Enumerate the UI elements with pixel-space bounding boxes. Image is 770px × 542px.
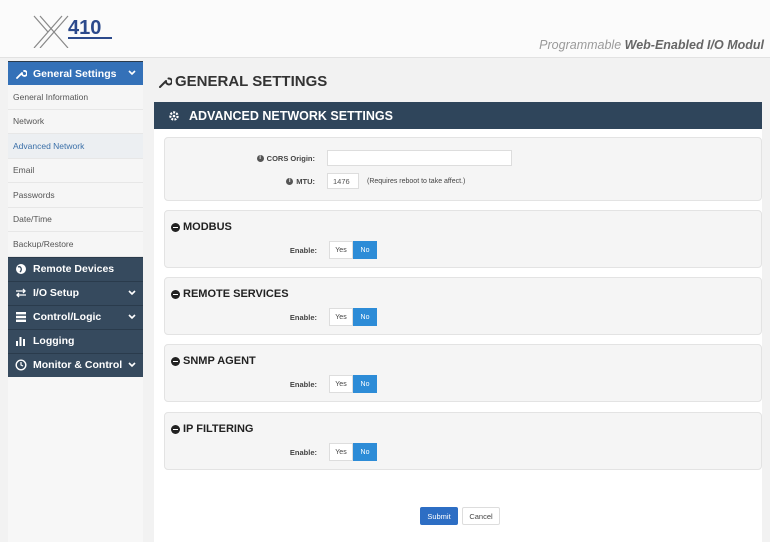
enable-label: Enable: (289, 447, 317, 457)
toggle-yes-button[interactable]: Yes (329, 308, 353, 326)
cancel-button[interactable]: Cancel (462, 507, 500, 525)
sidebar-item-network[interactable]: Network (8, 109, 143, 134)
globe-icon (14, 262, 28, 276)
toggle-yes-button[interactable]: Yes (329, 241, 353, 259)
sidebar-item-passwords[interactable]: Passwords (8, 183, 143, 208)
header: 410 Programmable Web-Enabled I/O Modul (0, 0, 770, 58)
clock-icon (14, 358, 28, 372)
mtu-hint: (Requires reboot to take affect.) (367, 177, 466, 185)
chevron-down-icon (128, 70, 136, 76)
toggle-yes-button[interactable]: Yes (329, 375, 353, 393)
toggle-no-button[interactable]: No (353, 375, 377, 393)
toggle-no-button[interactable]: No (353, 308, 377, 326)
chevron-down-icon (128, 361, 136, 367)
submit-button[interactable]: Submit (420, 507, 458, 525)
section-header: ADVANCED NETWORK SETTINGS (154, 102, 762, 129)
remote-services-panel: REMOTE SERVICES Enable: Yes No (164, 277, 762, 335)
minus-circle-icon[interactable] (171, 424, 180, 434)
panel-title: IP FILTERING (171, 423, 254, 435)
toggle-yes-button[interactable]: Yes (329, 443, 353, 461)
nav-remote-devices[interactable]: Remote Devices (8, 256, 143, 281)
toggle-no-button[interactable]: No (353, 443, 377, 461)
product-tagline: Programmable Web-Enabled I/O Modul (539, 38, 764, 52)
chevron-down-icon (128, 289, 136, 295)
sidebar-item-advanced-network[interactable]: Advanced Network (8, 134, 143, 159)
sidebar-item-date-time[interactable]: Date/Time (8, 207, 143, 232)
info-icon[interactable]: i (256, 155, 264, 163)
svg-text:410: 410 (68, 17, 101, 39)
list-icon (14, 310, 28, 324)
mtu-label: i MTU: (235, 177, 315, 186)
snmp-agent-panel: SNMP AGENT Enable: Yes No (164, 344, 762, 402)
panel-title: SNMP AGENT (171, 355, 256, 367)
sidebar-item-backup-restore[interactable]: Backup/Restore (8, 232, 143, 257)
network-panel: iCORS Origin: iMTU: (Requires reboot to … (164, 137, 762, 201)
enable-label: Enable: (289, 312, 317, 322)
nav-logging[interactable]: Logging (8, 328, 143, 353)
nav-monitor-control[interactable]: Monitor & Control (8, 352, 143, 377)
x410-logo[interactable]: 410 (30, 8, 114, 48)
bar-chart-icon (14, 334, 28, 348)
nav-io-setup[interactable]: I/O Setup (8, 280, 143, 305)
gear-icon (169, 110, 179, 121)
panel-title: REMOTE SERVICES (171, 288, 289, 300)
ip-filtering-panel: IP FILTERING Enable: Yes No (164, 412, 762, 470)
cors-origin-input[interactable] (327, 150, 512, 166)
settings-form: iCORS Origin: iMTU: (Requires reboot to … (154, 129, 762, 542)
remote-services-enable-toggle[interactable]: Yes No (329, 308, 377, 326)
ip-filtering-enable-toggle[interactable]: Yes No (329, 443, 377, 461)
enable-label: Enable: (289, 379, 317, 389)
minus-circle-icon[interactable] (171, 289, 180, 299)
sidebar-item-email[interactable]: Email (8, 158, 143, 183)
modbus-panel: MODBUS Enable: Yes No (164, 210, 762, 268)
chevron-down-icon (128, 313, 136, 319)
mtu-input[interactable] (327, 173, 359, 189)
panel-title: MODBUS (171, 221, 232, 233)
cors-origin-label: i CORS Origin: (235, 154, 315, 163)
main-content: GENERAL SETTINGS ADVANCED NETWORK SETTIN… (150, 61, 765, 542)
modbus-enable-toggle[interactable]: Yes No (329, 241, 377, 259)
snmp-agent-enable-toggle[interactable]: Yes No (329, 375, 377, 393)
sidebar: General Settings General Information Net… (8, 61, 143, 542)
info-icon[interactable]: i (286, 178, 294, 186)
wrench-icon (14, 67, 28, 81)
nav-control-logic[interactable]: Control/Logic (8, 304, 143, 329)
toggle-no-button[interactable]: No (353, 241, 377, 259)
enable-label: Enable: (289, 245, 317, 255)
sidebar-item-general-information[interactable]: General Information (8, 85, 143, 110)
minus-circle-icon[interactable] (171, 222, 180, 232)
page-title: GENERAL SETTINGS (158, 73, 327, 90)
minus-circle-icon[interactable] (171, 356, 180, 366)
wrench-icon (159, 77, 172, 88)
nav-general-settings[interactable]: General Settings (8, 61, 143, 85)
arrows-icon (14, 286, 28, 300)
